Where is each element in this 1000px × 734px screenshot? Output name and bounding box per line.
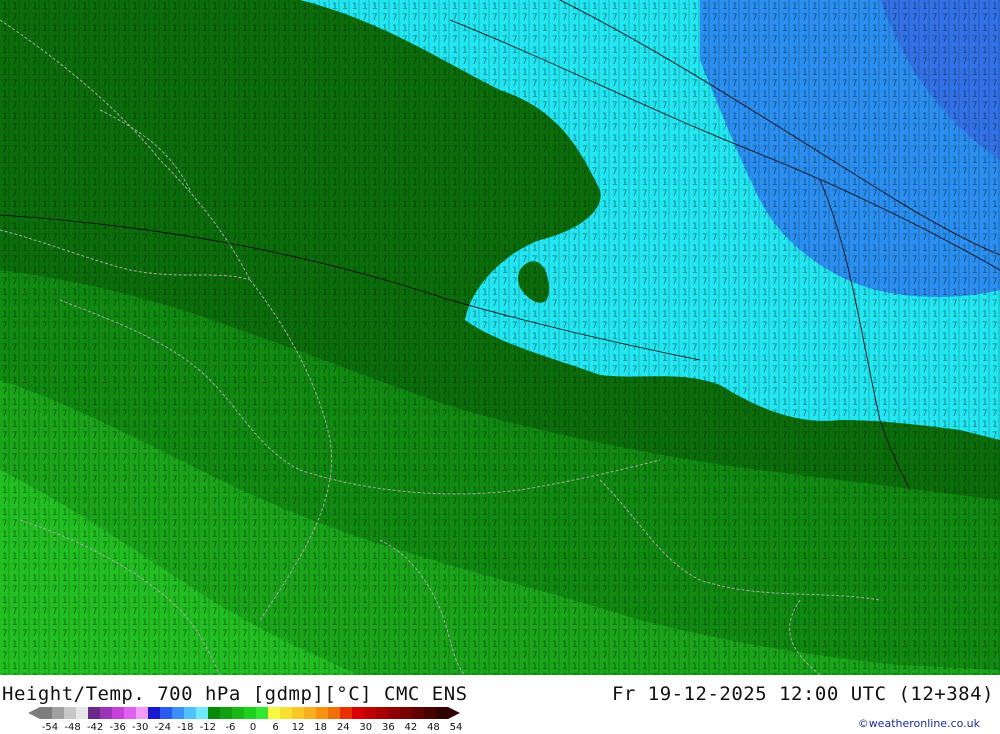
legend-tick-label: -36 (109, 722, 126, 733)
legend-swatch (100, 707, 113, 719)
height-contour-overlay (0, 0, 1000, 675)
legend-tick-label: 30 (359, 722, 373, 733)
legend-swatch (256, 707, 269, 719)
legend-tick-label: 12 (291, 722, 305, 733)
legend-swatch (52, 707, 65, 719)
legend-tick-label: -54 (41, 722, 59, 733)
legend-swatch (304, 707, 317, 719)
legend-swatch (112, 707, 125, 719)
legend-swatch (292, 707, 305, 719)
map-title: Height/Temp. 700 hPa [gdmp][°C] CMC ENS (2, 683, 468, 705)
legend-tick-label: 24 (336, 722, 350, 733)
legend-tick-label: 48 (427, 722, 440, 733)
legend-swatch (124, 707, 137, 719)
legend-tick-label: -24 (154, 722, 171, 733)
legend-swatch (64, 707, 77, 719)
legend-swatch (196, 707, 209, 719)
legend-swatch (244, 707, 257, 719)
legend-tick-label: -30 (132, 722, 149, 733)
legend-swatch (172, 707, 185, 719)
legend-swatch (136, 707, 149, 719)
legend-swatch (160, 707, 173, 719)
legend-swatch (148, 707, 161, 719)
legend-tick-label: -12 (199, 722, 217, 733)
legend-tick-label: 54 (449, 722, 463, 733)
legend-swatch (352, 707, 365, 719)
legend-tick-label: -18 (177, 722, 194, 733)
legend-swatch (376, 707, 389, 719)
legend-swatch (268, 707, 281, 719)
legend-swatch (280, 707, 293, 719)
forecast-datetime: Fr 19-12-2025 12:00 UTC (12+384) (611, 683, 994, 705)
legend-tick-label: 42 (404, 722, 418, 733)
legend-arrow-high (448, 707, 460, 719)
credit-link[interactable]: ©weatheronline.co.uk (858, 717, 980, 730)
legend-swatch (436, 707, 449, 719)
legend-swatch (328, 707, 341, 719)
legend-tick-label: 0 (249, 722, 257, 733)
legend-tick-labels: -54 -48 -42 -36 -30 -24 -18 -12 -6 0 6 12 18 24 30 36 42… (0, 722, 480, 734)
legend-tick-label: -6 (225, 722, 236, 733)
legend-swatch (220, 707, 233, 719)
legend-tick-label: -42 (86, 722, 104, 733)
legend-swatch (232, 707, 245, 719)
legend-swatch (208, 707, 221, 719)
legend-swatch (424, 707, 437, 719)
legend-swatch (184, 707, 197, 719)
legend-tick-label: 18 (314, 722, 328, 733)
legend-swatch (364, 707, 377, 719)
legend-swatch (40, 707, 53, 719)
temperature-field-map: 1 7 (0, 0, 1000, 675)
legend-swatch (388, 707, 401, 719)
legend-swatch (400, 707, 413, 719)
legend-swatch (88, 707, 101, 719)
legend-swatch (316, 707, 329, 719)
legend-tick-label: 36 (381, 722, 395, 733)
legend-tick-label: -48 (64, 722, 81, 733)
legend-swatch (340, 707, 353, 719)
legend-swatch (412, 707, 425, 719)
legend-tick-label: 6 (272, 722, 279, 733)
color-scale-legend (28, 707, 460, 719)
legend-swatch (76, 707, 89, 719)
legend-arrow-low (28, 707, 40, 719)
weather-map: 1 7 (0, 0, 1000, 675)
